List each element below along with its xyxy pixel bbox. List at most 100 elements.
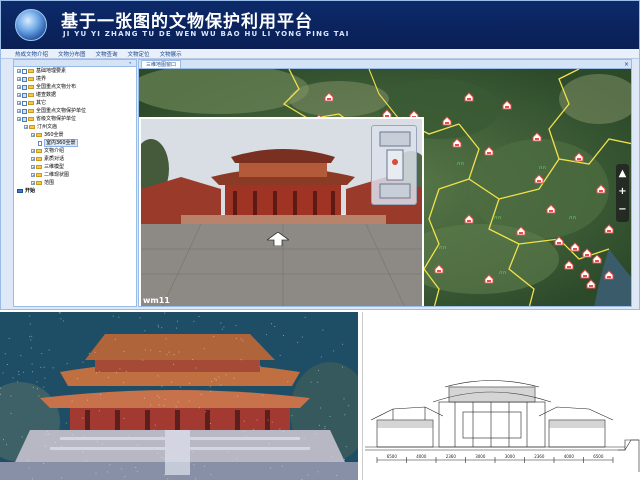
tree-item[interactable]: + 三维模型 — [14, 163, 136, 171]
zoom-control: ▲ + − — [616, 164, 629, 222]
tree-item[interactable]: + 全国重点文物保护单位 — [14, 107, 136, 115]
tree-item[interactable]: + 全国重点文物分布 — [14, 83, 136, 91]
folder-icon — [36, 173, 42, 177]
expand-toggle-icon[interactable]: + — [31, 173, 35, 177]
dimension-label: 6500 — [387, 454, 398, 459]
menu-bar: 热成文物介绍 文物分布图 文物查询 文物定位 文物展示 — [1, 49, 639, 59]
tree-item-label: 二维现状图 — [44, 172, 70, 178]
tree-item-label: 堪查数据 — [36, 92, 57, 98]
expand-toggle-icon[interactable]: + — [31, 149, 35, 153]
expand-toggle-icon[interactable]: + — [31, 181, 35, 185]
expand-toggle-icon[interactable]: + — [17, 93, 21, 97]
tree-item[interactable]: + 二维现状图 — [14, 171, 136, 179]
dimension-label: 3000 — [475, 454, 486, 459]
layer-checkbox[interactable] — [22, 108, 27, 114]
tree-item[interactable]: + 文物介绍 — [14, 147, 136, 155]
tree-item[interactable]: + 境界 — [14, 75, 136, 83]
app-banner: 基于一张图的文物保护利用平台 JI YU YI ZHANG TU DE WEN … — [1, 1, 639, 49]
panorama-viewer[interactable]: wm11 — [139, 117, 424, 306]
pan-icon[interactable]: ▲ — [616, 168, 629, 180]
tree-item-label: 范围 — [44, 180, 55, 186]
app-title: 基于一张图的文物保护利用平台 — [61, 12, 313, 32]
map-close-icon[interactable]: × — [624, 61, 629, 68]
folder-icon — [28, 93, 34, 97]
tree-item-label: 室内360全景 — [44, 139, 78, 147]
tree-item[interactable]: + 其它 — [14, 99, 136, 107]
tree-item-label: 360全景 — [44, 132, 64, 138]
expand-toggle-icon[interactable]: + — [17, 101, 21, 105]
menu-item-intro[interactable]: 热成文物介绍 — [15, 50, 48, 58]
expand-toggle-icon[interactable]: + — [31, 157, 35, 161]
layer-checkbox[interactable] — [22, 68, 27, 74]
expand-toggle-icon[interactable]: + — [17, 85, 21, 89]
expand-toggle-icon[interactable]: + — [24, 125, 28, 129]
tree-item-label: 境界 — [36, 76, 47, 82]
layer-checkbox[interactable] — [22, 100, 27, 106]
globe-logo-icon — [15, 9, 47, 41]
elevation-drawing-svg: 6500 4000 2360 3000 3000 2360 4000 6500 — [365, 380, 640, 472]
dimension-label: 4000 — [564, 454, 575, 459]
pano-label: wm11 — [143, 296, 170, 305]
point-cloud-image — [0, 312, 358, 480]
folder-icon — [28, 77, 34, 81]
tree-item-label: 全国重点文物分布 — [36, 84, 77, 90]
expand-toggle-icon[interactable]: + — [31, 133, 35, 137]
svg-text:∩∩: ∩∩ — [457, 161, 464, 167]
expand-toggle-icon[interactable]: + — [31, 165, 35, 169]
svg-text:∩∩: ∩∩ — [439, 245, 446, 251]
dimension-label: 4000 — [416, 454, 427, 459]
zoom-in-button[interactable]: + — [616, 186, 629, 198]
folder-icon — [28, 117, 34, 121]
svg-text:∩∩: ∩∩ — [499, 270, 506, 276]
menu-item-distribution[interactable]: 文物分布图 — [58, 50, 86, 58]
tree-item-label: 基础地理要素 — [36, 68, 67, 74]
layer-checkbox[interactable] — [22, 92, 27, 98]
tree-item[interactable]: +360全景 — [14, 131, 136, 139]
tree-item[interactable]: + 素质对话 — [14, 155, 136, 163]
tab-3d-map[interactable]: 三维地图窗口 — [141, 60, 182, 68]
folder-icon — [28, 85, 34, 89]
folder-icon — [28, 109, 34, 113]
zoom-out-button[interactable]: − — [616, 204, 629, 216]
tree-item-label: 其它 — [36, 100, 47, 106]
layer-checkbox[interactable] — [22, 116, 27, 122]
collapse-panel-icon[interactable]: « — [129, 61, 134, 65]
tree-item[interactable]: + 汀州文庙 — [14, 123, 136, 131]
layer-checkbox[interactable] — [22, 84, 27, 90]
dimension-label: 6500 — [593, 454, 604, 459]
tree-item[interactable]: + 范围 — [14, 179, 136, 187]
tree-item[interactable]: 室内360全景 — [14, 139, 136, 147]
tree-header: « — [14, 60, 136, 67]
folder-icon — [36, 165, 42, 169]
menu-item-query[interactable]: 文物查询 — [96, 50, 118, 58]
folder-icon — [28, 69, 34, 73]
expand-toggle-icon[interactable]: + — [17, 117, 21, 121]
tree-item-label: 文物介绍 — [44, 148, 65, 154]
expand-toggle-icon[interactable]: + — [17, 77, 21, 81]
menu-item-locate[interactable]: 文物定位 — [128, 50, 150, 58]
pano-navigator[interactable] — [371, 125, 417, 205]
tree-item-label: 省级文物保护单位 — [36, 116, 77, 122]
dimension-label: 2360 — [534, 454, 545, 459]
tree-rows: + 基础地理要素 + 境界 + 全国重点文物分布 + 堪查数据 + 其它 + 全国重点文物保护单位 + 省… — [14, 67, 136, 195]
tree-item[interactable]: + 堪查数据 — [14, 91, 136, 99]
page-icon — [38, 140, 42, 146]
start-icon — [17, 189, 23, 193]
menu-item-display[interactable]: 文物展示 — [160, 50, 182, 58]
expand-toggle-icon[interactable]: + — [17, 69, 21, 73]
layer-tree: « + 基础地理要素 + 境界 + 全国重点文物分布 + 堪查数据 + 其它 + 全国重点文物保护单位… — [13, 59, 137, 307]
app-window: 基于一张图的文物保护利用平台 JI YU YI ZHANG TU DE WEN … — [0, 0, 640, 310]
move-forward-arrow-icon[interactable] — [267, 232, 289, 246]
tree-item[interactable]: + 基础地理要素 — [14, 67, 136, 75]
tree-item-label: 开始 — [25, 188, 36, 194]
folder-icon — [28, 101, 34, 105]
tree-item[interactable]: + 省级文物保护单位 — [14, 115, 136, 123]
folder-icon — [36, 157, 42, 161]
tree-item[interactable]: 开始 — [14, 187, 136, 195]
layer-checkbox[interactable] — [22, 76, 27, 82]
map-tab-bar — [139, 60, 631, 69]
tree-item-label: 三维模型 — [44, 164, 65, 170]
expand-toggle-icon[interactable]: + — [17, 109, 21, 113]
elevation-drawing: 6500 4000 2360 3000 3000 2360 4000 6500 — [362, 312, 640, 480]
map-panel: 三维地图窗口 × ∩∩ ∩∩ ∩∩ ∩∩ ∩∩ ∩∩ ▲ + − wm11 — [138, 59, 632, 307]
